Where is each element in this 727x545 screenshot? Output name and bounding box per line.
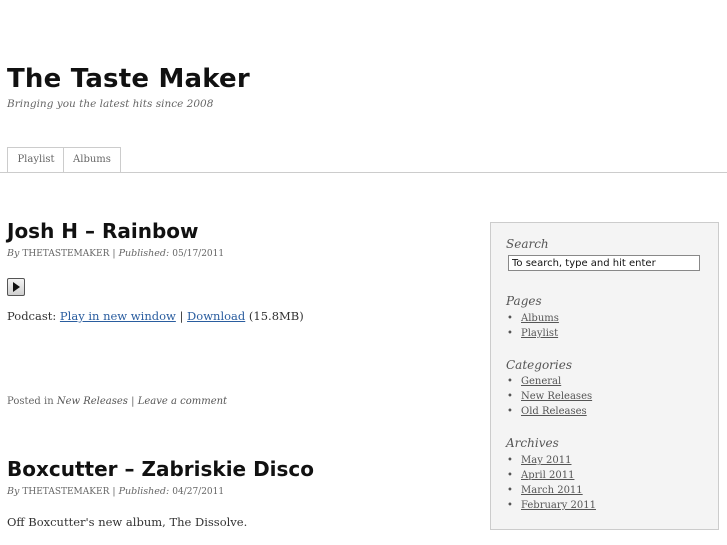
link-separator: | bbox=[179, 309, 184, 323]
archive-link-february-2011[interactable]: February 2011 bbox=[521, 500, 596, 511]
post-meta: By THETASTEMAKER | Published: 04/27/2011 bbox=[7, 486, 224, 497]
archive-link-march-2011[interactable]: March 2011 bbox=[521, 485, 583, 496]
pages-heading: Pages bbox=[506, 294, 542, 308]
post-excerpt: Off Boxcutter's new album, The Dissolve. bbox=[7, 515, 248, 529]
nav-bar: Playlist Albums bbox=[0, 147, 727, 173]
list-item: Old Releases bbox=[507, 404, 592, 419]
post-date: 05/17/2011 bbox=[172, 249, 225, 259]
archive-link-may-2011[interactable]: May 2011 bbox=[521, 455, 571, 466]
list-item: Playlist bbox=[507, 326, 559, 341]
archives-heading: Archives bbox=[506, 436, 559, 450]
post-date: 04/27/2011 bbox=[172, 487, 225, 497]
list-item: Albums bbox=[507, 311, 559, 326]
download-link[interactable]: Download bbox=[187, 309, 245, 323]
post-footer: Posted in New Releases | Leave a comment bbox=[7, 396, 227, 407]
archive-link-april-2011[interactable]: April 2011 bbox=[521, 470, 574, 481]
page-link-playlist[interactable]: Playlist bbox=[521, 328, 558, 339]
search-heading: Search bbox=[506, 237, 549, 251]
list-item: May 2011 bbox=[507, 453, 596, 468]
footer-separator: | bbox=[131, 396, 135, 407]
categories-heading: Categories bbox=[506, 358, 572, 372]
nav-tab-albums[interactable]: Albums bbox=[63, 147, 121, 172]
by-label: By bbox=[7, 248, 20, 259]
category-link-new-releases[interactable]: New Releases bbox=[521, 391, 592, 402]
category-link-general[interactable]: General bbox=[521, 376, 561, 387]
post-author[interactable]: THETASTEMAKER bbox=[22, 487, 109, 497]
by-label: By bbox=[7, 486, 20, 497]
list-item: New Releases bbox=[507, 389, 592, 404]
podcast-line: Podcast: Play in new window | Download (… bbox=[7, 309, 304, 323]
page-link-albums[interactable]: Albums bbox=[521, 313, 559, 324]
list-item: April 2011 bbox=[507, 468, 596, 483]
published-label: Published: bbox=[118, 248, 170, 259]
category-link[interactable]: New Releases bbox=[57, 396, 128, 407]
published-label: Published: bbox=[118, 486, 170, 497]
post-author[interactable]: THETASTEMAKER bbox=[22, 249, 109, 259]
meta-separator: | bbox=[112, 486, 116, 497]
search-input[interactable] bbox=[508, 255, 700, 271]
list-item: General bbox=[507, 374, 592, 389]
meta-separator: | bbox=[112, 248, 116, 259]
category-link-old-releases[interactable]: Old Releases bbox=[521, 406, 587, 417]
post-meta: By THETASTEMAKER | Published: 05/17/2011 bbox=[7, 248, 224, 259]
podcast-label: Podcast: bbox=[7, 309, 57, 323]
site-title[interactable]: The Taste Maker bbox=[7, 64, 250, 94]
leave-comment-link[interactable]: Leave a comment bbox=[138, 396, 227, 407]
list-item: March 2011 bbox=[507, 483, 596, 498]
pages-list: Albums Playlist bbox=[507, 311, 559, 341]
play-icon[interactable] bbox=[7, 278, 25, 296]
file-size: (15.8MB) bbox=[248, 309, 304, 323]
posted-in-label: Posted in bbox=[7, 396, 54, 407]
nav-tab-playlist[interactable]: Playlist bbox=[7, 147, 65, 172]
post-title[interactable]: Josh H – Rainbow bbox=[7, 219, 198, 243]
sidebar: Search Pages Albums Playlist Categories … bbox=[490, 222, 719, 530]
post-title[interactable]: Boxcutter – Zabriskie Disco bbox=[7, 457, 314, 481]
play-in-new-window-link[interactable]: Play in new window bbox=[60, 309, 176, 323]
archives-list: May 2011 April 2011 March 2011 February … bbox=[507, 453, 596, 513]
categories-list: General New Releases Old Releases bbox=[507, 374, 592, 419]
list-item: February 2011 bbox=[507, 498, 596, 513]
site-tagline: Bringing you the latest hits since 2008 bbox=[7, 98, 214, 110]
